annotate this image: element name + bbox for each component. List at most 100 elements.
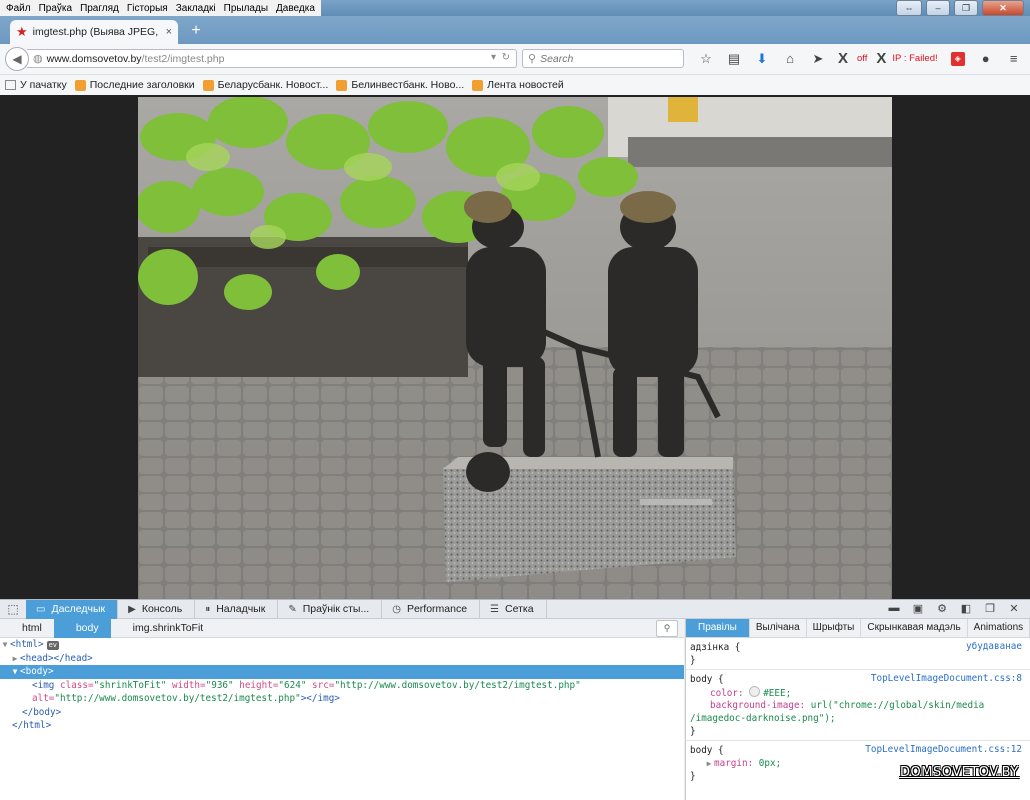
settings-gear-icon[interactable]: ⚙: [930, 602, 954, 615]
home-icon[interactable]: ⌂: [776, 50, 804, 68]
markup-line-img[interactable]: <img class="shrinkToFit" width="936" hei…: [0, 679, 684, 693]
tab-label: Праўнік сты...: [302, 603, 370, 615]
rule-decl-bg-cont: /imagedoc-darknoise.png");: [690, 712, 1026, 725]
menu-hamburger-icon[interactable]: ≡: [1000, 50, 1028, 68]
expand-triangle-icon[interactable]: ▶: [704, 757, 714, 770]
bookmark-star-icon[interactable]: ☆: [692, 50, 720, 68]
rule-decl-color[interactable]: color: #EEE;: [690, 686, 1026, 699]
markup-view: ▼ <html> ev ▶ <head></head> ▼ <body> <img cl…: [0, 638, 684, 800]
restore-icon[interactable]: ⇔: [896, 0, 922, 16]
rule-source-link[interactable]: TopLevelImageDocument.css:8: [871, 673, 1022, 684]
markup-line-body-close[interactable]: </body>: [0, 706, 684, 720]
bookmark-news-feed[interactable]: Лента новостей: [472, 79, 564, 91]
expand-triangle-icon[interactable]: ▼: [0, 638, 10, 652]
addon-red-icon[interactable]: ◈: [950, 52, 965, 66]
markup-line-body-selected[interactable]: ▼ <body>: [0, 665, 684, 679]
undock-icon[interactable]: ❐: [978, 602, 1002, 615]
off-label[interactable]: off: [854, 50, 870, 68]
attr-class: class=: [60, 679, 94, 691]
tab-strip: ★ imgtest.php (Выява JPEG, ... × +: [0, 16, 1030, 44]
rule-element-source: убудаванае: [966, 641, 1022, 652]
dropdown-icon[interactable]: ▾: [491, 52, 496, 63]
tab-performance[interactable]: ◷ Performance: [382, 599, 481, 619]
markup-search-icon[interactable]: ⚲: [656, 620, 678, 637]
attr-alt: alt=: [32, 693, 55, 704]
tab-style-editor[interactable]: ✎ Праўнік сты...: [278, 599, 383, 619]
markup-line-html[interactable]: ▼ <html> ev: [0, 638, 684, 652]
tab-imgtest[interactable]: ★ imgtest.php (Выява JPEG, ... ×: [10, 20, 178, 44]
tab-title: imgtest.php (Выява JPEG, ...: [32, 26, 162, 38]
markup-line-img-alt[interactable]: alt="http://www.domsovetov.by/test2/imgt…: [0, 692, 684, 706]
attr-height-value: "624": [278, 679, 307, 691]
bookmark-label: Белинвестбанк. Ново...: [351, 79, 465, 91]
breadcrumb-img[interactable]: img.shrinkToFit: [111, 619, 216, 638]
head-tag: <head></head>: [20, 652, 93, 664]
close-window-button[interactable]: ✕: [982, 0, 1024, 16]
breadcrumb-html[interactable]: html: [0, 619, 54, 638]
menu-view[interactable]: Прагляд: [76, 3, 123, 14]
prop-value: #EEE;: [763, 688, 792, 699]
attr-alt-value: "http://www.domsovetov.by/test2/imgtest.…: [54, 693, 301, 704]
maximize-button[interactable]: ❐: [954, 0, 978, 16]
image-viewport: [0, 95, 1030, 599]
expand-triangle-icon[interactable]: ▼: [10, 665, 20, 679]
new-tab-button[interactable]: +: [186, 20, 206, 42]
menu-file[interactable]: Файл: [2, 3, 35, 14]
rss-icon: [472, 79, 484, 91]
reading-list-icon[interactable]: ▤: [720, 50, 748, 68]
tab-fonts[interactable]: Шрыфты: [807, 619, 862, 637]
tab-console[interactable]: ▶ Консоль: [118, 599, 196, 619]
rule-close-brace: }: [690, 726, 696, 737]
tab-rules[interactable]: Правілы: [686, 619, 750, 637]
reload-icon[interactable]: ↻: [502, 52, 510, 63]
tab-box-model[interactable]: Скрынкавая мадэль: [861, 619, 968, 637]
bookmark-headlines[interactable]: Последние заголовки: [74, 79, 195, 91]
color-swatch[interactable]: [749, 686, 761, 697]
tab-computed[interactable]: Вылічана: [750, 619, 807, 637]
bookmark-start[interactable]: У пачатку: [5, 79, 67, 91]
tab-animations[interactable]: Animations: [968, 619, 1030, 637]
prop-value-cont: /imagedoc-darknoise.png");: [690, 713, 836, 724]
bookmark-label: Последние заголовки: [89, 79, 195, 91]
menu-help[interactable]: Даведка: [272, 3, 319, 14]
element-picker-icon[interactable]: ⬚: [0, 602, 26, 616]
breadcrumb-body[interactable]: body: [53, 618, 111, 638]
debugger-icon: ⏸: [205, 603, 211, 615]
menu-tools[interactable]: Прылады: [220, 3, 272, 14]
attr-class-value: "shrinkToFit": [93, 679, 167, 691]
markup-line-html-close[interactable]: </html>: [0, 719, 684, 733]
menu-history[interactable]: Гісторыя: [123, 3, 172, 14]
close-devtools-icon[interactable]: ✕: [1002, 602, 1026, 615]
tab-inspector[interactable]: ▭ Даследчык: [26, 599, 119, 619]
collapsed-triangle-icon[interactable]: ▶: [10, 652, 20, 666]
tab-network[interactable]: ☰ Сетка: [480, 599, 547, 619]
rss-icon: [336, 79, 348, 91]
rule-source-link[interactable]: TopLevelImageDocument.css:12: [865, 744, 1022, 755]
window-controls: ⇔ – ❐ ✕: [896, 0, 1024, 16]
download-icon[interactable]: ⬇: [748, 50, 776, 68]
minimize-button[interactable]: –: [926, 0, 950, 16]
devtools-right-controls: ▬ ▣ ⚙ ◧ ❐ ✕: [882, 602, 1026, 615]
rule-decl-bg[interactable]: background-image: url("chrome://global/s…: [690, 699, 1026, 712]
tab-label: Сетка: [505, 603, 534, 615]
tab-debugger[interactable]: ⏸ Наладчык: [195, 599, 279, 619]
gnome-statue-photo[interactable]: [138, 97, 892, 599]
menu-bookmarks[interactable]: Закладкі: [172, 3, 220, 14]
url-bar[interactable]: ◍ www.domsovetov.by/test2/imgtest.php ▾ …: [27, 49, 517, 68]
markup-line-head[interactable]: ▶ <head></head>: [0, 652, 684, 666]
x-extension-icon[interactable]: X: [832, 50, 854, 68]
dock-side-icon[interactable]: ◧: [954, 602, 978, 615]
ip-status-label[interactable]: IP : Failed!: [892, 50, 943, 68]
menu-edit[interactable]: Праўка: [35, 3, 76, 14]
chat-icon[interactable]: ●: [972, 50, 1000, 68]
event-badge[interactable]: ev: [46, 641, 60, 650]
tab-close-icon[interactable]: ×: [166, 26, 172, 38]
bookmark-belarusbank[interactable]: Беларусбанк. Новост...: [202, 79, 328, 91]
search-input[interactable]: [540, 52, 671, 65]
x-extension-icon-2[interactable]: X: [870, 50, 892, 68]
back-button[interactable]: ◀: [5, 47, 29, 71]
bookmark-belinvestbank[interactable]: Белинвестбанк. Ново...: [336, 79, 464, 91]
responsive-icon[interactable]: ▬: [882, 602, 906, 615]
send-icon[interactable]: ➤: [804, 50, 832, 68]
screenshot-icon[interactable]: ▣: [906, 602, 930, 615]
